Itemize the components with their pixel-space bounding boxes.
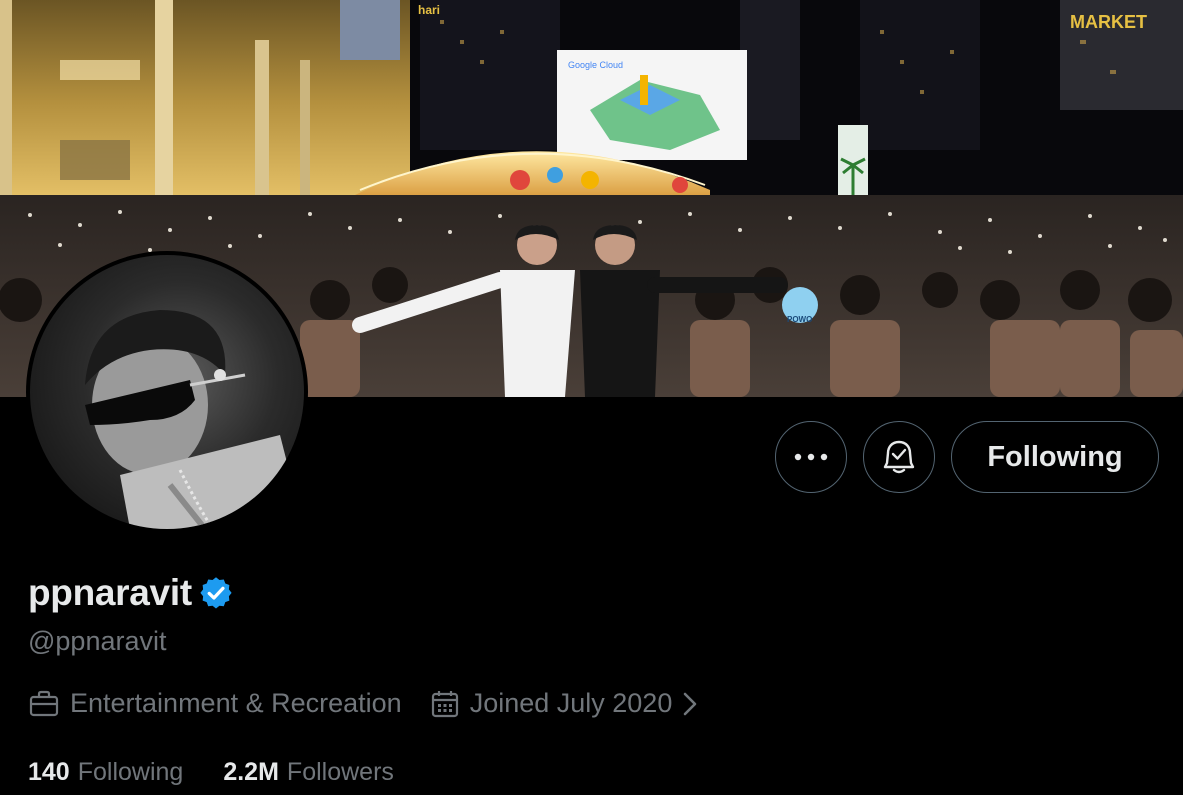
calendar-icon [431, 690, 458, 717]
following-stat-link[interactable]: 140 Following [28, 758, 183, 787]
joined-item[interactable]: Joined July 2020 [430, 688, 709, 719]
fan-sign: POWO [787, 315, 812, 324]
following-button[interactable]: Following [951, 421, 1159, 493]
followers-stat-link[interactable]: 2.2M Followers [223, 758, 394, 787]
hari-sign: hari [418, 3, 440, 17]
screen-text: Google Cloud [568, 60, 623, 70]
joined-label: Joined July 2020 [469, 688, 673, 718]
following-stat-label: Following [77, 758, 184, 786]
display-name: ppnaravit [28, 572, 192, 613]
name-row: ppnaravit [28, 572, 234, 614]
briefcase-icon [29, 690, 59, 716]
profile-meta: Entertainment & Recreation Joined July 2… [28, 688, 708, 719]
verified-badge-icon[interactable] [198, 575, 234, 611]
market-sign: MARKET [1070, 12, 1147, 32]
following-count: 140 [28, 758, 70, 786]
more-icon [794, 453, 828, 461]
follow-stats: 140 Following 2.2M Followers [28, 758, 434, 787]
avatar-photo [30, 255, 304, 529]
category-label: Entertainment & Recreation [70, 688, 402, 718]
bell-check-icon [883, 440, 915, 474]
category-item: Entertainment & Recreation [28, 688, 402, 719]
user-handle: @ppnaravit [28, 626, 167, 656]
profile-page: MARKET hari Google Cloud POWO Following … [0, 0, 1183, 795]
notifications-button[interactable] [863, 421, 935, 493]
more-button[interactable] [775, 421, 847, 493]
followers-count: 2.2M [223, 758, 279, 786]
followers-stat-label: Followers [286, 758, 394, 786]
chevron-right-icon [684, 692, 697, 715]
profile-avatar[interactable] [26, 251, 308, 533]
